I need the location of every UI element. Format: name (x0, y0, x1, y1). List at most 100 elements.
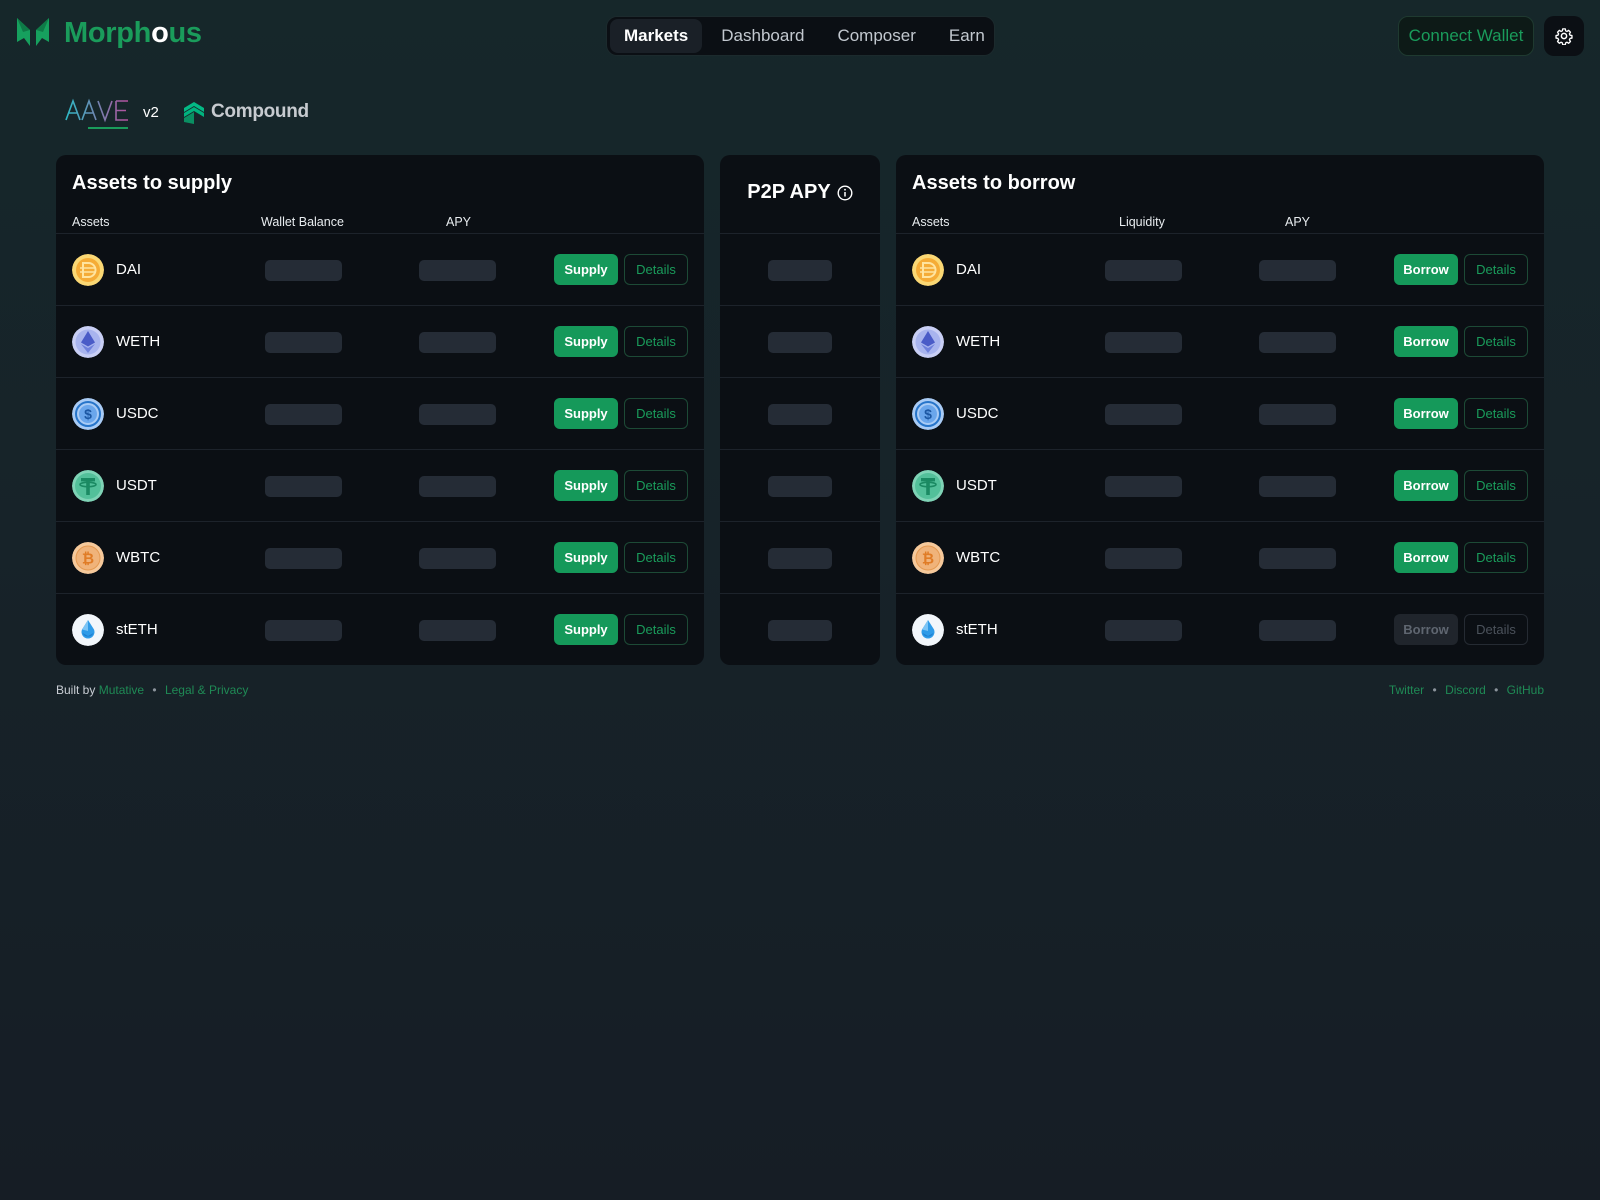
borrow-apy-loading (1259, 260, 1336, 281)
supply-row-weth: WETH Supply Details (56, 305, 704, 377)
p2p-apy-loading (768, 332, 832, 353)
borrow-button[interactable]: Borrow (1394, 326, 1458, 357)
borrow-details-button[interactable]: Details (1464, 542, 1528, 573)
wallet-balance-loading (265, 476, 342, 497)
footer-separator: • (152, 683, 157, 697)
top-bar: Morphous Markets Dashboard Composer Earn… (0, 0, 1600, 72)
p2p-apy-label: P2P APY (747, 181, 831, 203)
morphous-logo[interactable]: Morphous (15, 16, 202, 50)
liquidity-loading (1105, 404, 1182, 425)
supply-row-wbtc: ₿ WBTC Supply Details (56, 521, 704, 593)
supply-details-button[interactable]: Details (624, 470, 688, 501)
borrow-details-button[interactable]: Details (1464, 326, 1528, 357)
supply-button[interactable]: Supply (554, 398, 618, 429)
asset-symbol: WBTC (956, 549, 1001, 566)
legal-privacy-link[interactable]: Legal & Privacy (165, 683, 248, 697)
supply-details-button[interactable]: Details (624, 254, 688, 285)
nav-tab-markets[interactable]: Markets (610, 19, 703, 53)
asset-symbol: USDT (956, 477, 997, 494)
borrow-rows: DAI Borrow Details WETH Borrow Details $ USDC Bo… (896, 233, 1544, 665)
supply-button[interactable]: Supply (554, 470, 618, 501)
settings-button[interactable] (1544, 16, 1584, 56)
supply-row-usdt: USDT Supply Details (56, 449, 704, 521)
discord-link[interactable]: Discord (1445, 683, 1486, 697)
supply-rows: DAI Supply Details WETH Supply Details $ USDC Su… (56, 233, 704, 665)
borrow-button[interactable]: Borrow (1394, 470, 1458, 501)
supply-apy-loading (419, 548, 496, 569)
nav-tab-composer[interactable]: Composer (823, 19, 929, 53)
connect-wallet-button[interactable]: Connect Wallet (1398, 16, 1534, 56)
asset-symbol: WETH (116, 333, 161, 350)
supply-apy-loading (419, 404, 496, 425)
steth-icon (72, 614, 104, 646)
svg-text:$: $ (924, 406, 932, 422)
compound-protocol-logo[interactable]: Compound (182, 98, 309, 126)
twitter-link[interactable]: Twitter (1389, 683, 1424, 697)
borrow-col-liquidity: Liquidity (1119, 215, 1165, 229)
supply-details-button[interactable]: Details (624, 398, 688, 429)
borrow-row-usdt: USDT Borrow Details (896, 449, 1544, 521)
borrow-apy-loading (1259, 332, 1336, 353)
svg-text:₿: ₿ (82, 551, 94, 568)
supply-button[interactable]: Supply (554, 326, 618, 357)
asset-symbol: stETH (116, 621, 158, 638)
asset-symbol: WETH (956, 333, 1001, 350)
borrow-details-button[interactable]: Details (1464, 470, 1528, 501)
dai-icon (912, 254, 944, 286)
borrow-apy-loading (1259, 620, 1336, 641)
nav-tab-dashboard[interactable]: Dashboard (707, 19, 818, 53)
supply-col-assets: Assets (72, 215, 110, 229)
p2p-apy-loading (768, 260, 832, 281)
supply-button[interactable]: Supply (554, 542, 618, 573)
btc-icon: ₿ (912, 542, 944, 574)
borrow-row-steth: stETH Borrow Details (896, 593, 1544, 665)
p2p-row-steth (720, 593, 880, 665)
brand-name: Morphous (64, 16, 202, 49)
borrow-button[interactable]: Borrow (1394, 542, 1458, 573)
gear-icon (1555, 28, 1573, 45)
supply-details-button[interactable]: Details (624, 614, 688, 645)
borrow-button[interactable]: Borrow (1394, 254, 1458, 285)
usdc-icon: $ (912, 398, 944, 430)
borrow-col-apy: APY (1285, 215, 1311, 229)
compound-logo-icon (184, 102, 204, 124)
liquidity-loading (1105, 476, 1182, 497)
asset-symbol: USDC (116, 405, 159, 422)
supply-details-button[interactable]: Details (624, 326, 688, 357)
supply-button[interactable]: Supply (554, 254, 618, 285)
built-by-text: Built by (56, 683, 96, 697)
borrow-details-button[interactable]: Details (1464, 614, 1528, 645)
butterfly-logo-icon (17, 18, 49, 46)
footer-separator: • (1432, 683, 1437, 697)
borrow-button[interactable]: Borrow (1394, 614, 1458, 645)
borrow-row-wbtc: ₿ WBTC Borrow Details (896, 521, 1544, 593)
nav-tab-earn[interactable]: Earn (935, 19, 999, 53)
supply-row-steth: stETH Supply Details (56, 593, 704, 665)
wallet-balance-loading (265, 260, 342, 281)
author-link[interactable]: Mutative (99, 683, 144, 697)
borrow-details-button[interactable]: Details (1464, 398, 1528, 429)
borrow-button[interactable]: Borrow (1394, 398, 1458, 429)
compound-label: Compound (211, 101, 309, 122)
eth-icon (912, 326, 944, 358)
borrow-apy-loading (1259, 476, 1336, 497)
borrow-row-dai: DAI Borrow Details (896, 233, 1544, 305)
asset-symbol: DAI (956, 261, 982, 278)
github-link[interactable]: GitHub (1507, 683, 1544, 697)
borrow-details-button[interactable]: Details (1464, 254, 1528, 285)
borrow-panel: Assets to borrow Assets Liquidity APY DA… (896, 155, 1544, 665)
btc-icon: ₿ (72, 542, 104, 574)
borrow-row-weth: WETH Borrow Details (896, 305, 1544, 377)
supply-button[interactable]: Supply (554, 614, 618, 645)
footer-social-links: Twitter • Discord • GitHub (1389, 683, 1544, 697)
supply-apy-loading (419, 620, 496, 641)
info-icon[interactable] (837, 184, 853, 201)
steth-icon (912, 614, 944, 646)
svg-text:₿: ₿ (922, 551, 934, 568)
asset-symbol: DAI (116, 261, 142, 278)
supply-col-wallet-balance: Wallet Balance (261, 215, 344, 229)
supply-row-usdc: $ USDC Supply Details (56, 377, 704, 449)
supply-details-button[interactable]: Details (624, 542, 688, 573)
p2p-apy-loading (768, 620, 832, 641)
liquidity-loading (1105, 332, 1182, 353)
